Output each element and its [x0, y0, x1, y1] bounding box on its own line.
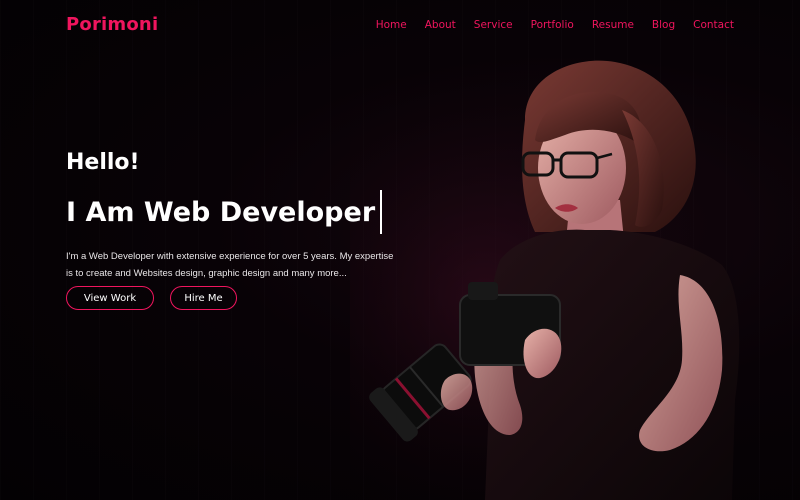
nav-blog[interactable]: Blog [652, 19, 675, 31]
typing-cursor [380, 190, 382, 234]
site-logo[interactable]: Porimoni [66, 14, 158, 35]
hire-me-button[interactable]: Hire Me [170, 286, 237, 310]
hero-photo [350, 50, 800, 500]
hero-greeting: Hello! [66, 150, 140, 175]
hero-headline-text: I Am Web Developer [66, 196, 376, 228]
view-work-button[interactable]: View Work [66, 286, 154, 310]
hero-headline: I Am Web Developer [66, 190, 382, 234]
site-header: Porimoni Home About Service Portfolio Re… [0, 0, 800, 52]
hero-text: Hello! I Am Web Developer I'm a Web Deve… [66, 150, 406, 310]
hero-intro: I'm a Web Developer with extensive exper… [66, 250, 394, 279]
nav-resume[interactable]: Resume [592, 19, 634, 31]
nav-contact[interactable]: Contact [693, 19, 734, 31]
nav-service[interactable]: Service [474, 19, 513, 31]
nav-home[interactable]: Home [376, 19, 407, 31]
nav-portfolio[interactable]: Portfolio [531, 19, 574, 31]
landing-page: Porimoni Home About Service Portfolio Re… [0, 0, 800, 500]
nav-about[interactable]: About [425, 19, 456, 31]
main-nav: Home About Service Portfolio Resume Blog… [358, 19, 734, 31]
